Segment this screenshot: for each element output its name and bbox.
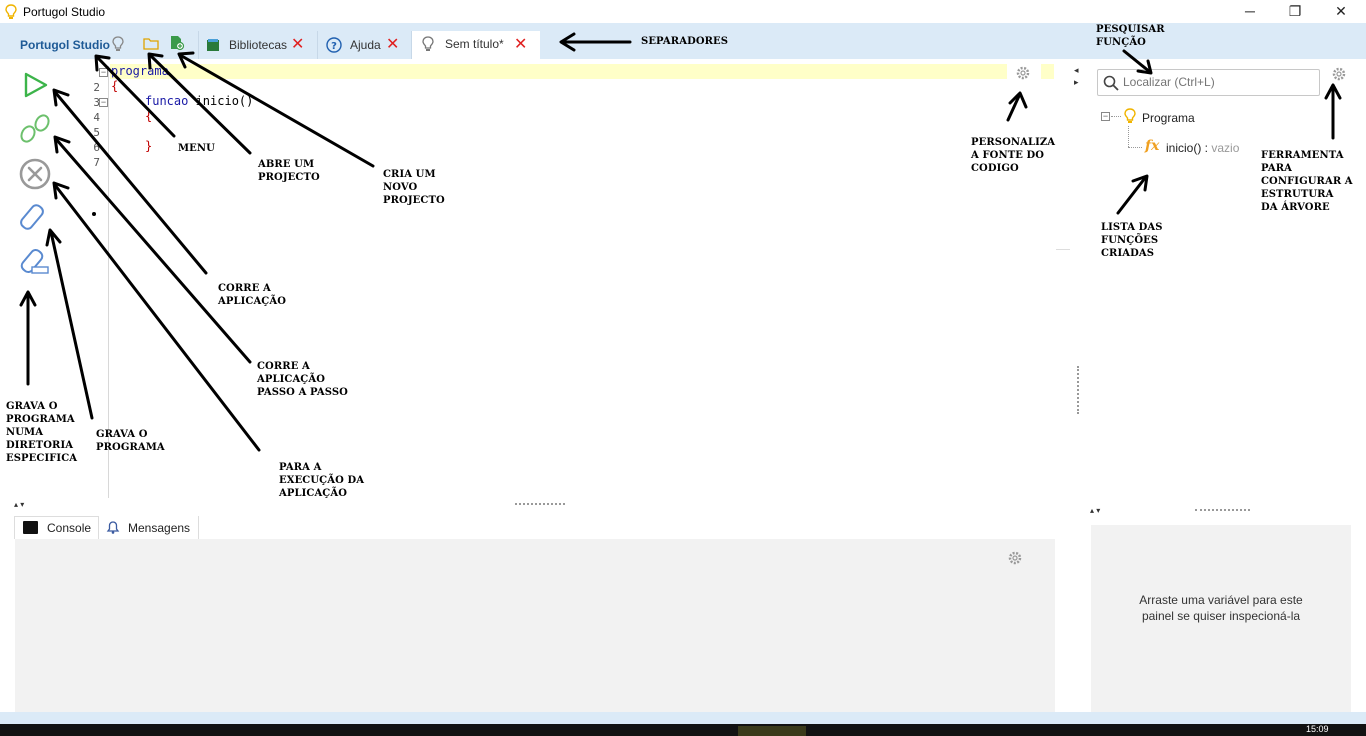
annotation-line: CRIA UM bbox=[383, 169, 436, 180]
annotation-line: DIRETORIA bbox=[6, 440, 74, 451]
annotation-line: GRAVA O bbox=[6, 401, 58, 412]
annotation-line: FUNÇÕES bbox=[1101, 235, 1159, 246]
annotation-menu: MENU bbox=[178, 143, 215, 154]
annotation-grava: GRAVA O PROGRAMA bbox=[96, 428, 165, 454]
annotation-line: PASSO A PASSO bbox=[257, 387, 348, 398]
annotation-line: PROGRAMA bbox=[96, 442, 165, 453]
annotation-line: PROJECTO bbox=[258, 172, 320, 183]
annotation-line: CONFIGURAR A bbox=[1261, 176, 1353, 187]
annotation-pesquisar: PESQUISAR FUNÇÃO bbox=[1096, 23, 1165, 49]
annotation-line: CODIGO bbox=[971, 163, 1019, 174]
annotation-line: FERRAMENTA bbox=[1261, 150, 1344, 161]
annotation-line: APLICAÇÃO bbox=[218, 296, 287, 307]
annotation-line: NUMA bbox=[6, 427, 44, 438]
annotation-line: A FONTE DO bbox=[971, 150, 1045, 161]
annotation-line: EXECUÇÃO DA bbox=[279, 475, 365, 486]
annotation-grava-dir: GRAVA O PROGRAMA NUMA DIRETORIA ESPECIFI… bbox=[6, 400, 77, 465]
annotation-separadores: SEPARADORES bbox=[641, 36, 729, 47]
annotation-line: NOVO bbox=[383, 182, 418, 193]
annotation-line: CORRE A bbox=[218, 283, 271, 294]
annotation-line: ESPECIFICA bbox=[6, 453, 78, 464]
annotation-line: APLICAÇÃO bbox=[279, 488, 348, 499]
annotation-cria: CRIA UM NOVO PROJECTO bbox=[383, 168, 445, 207]
annotation-lista: LISTA DAS FUNÇÕES CRIADAS bbox=[1101, 221, 1163, 260]
annotation-arrows bbox=[19, 32, 1342, 452]
annotation-line: DA ÁRVORE bbox=[1261, 202, 1330, 213]
annotation-corre: CORRE A APLICAÇÃO bbox=[218, 282, 286, 308]
annotation-para: PARA A EXECUÇÃO DA APLICAÇÃO bbox=[279, 461, 364, 500]
annotation-line: PROJECTO bbox=[383, 195, 445, 206]
annotation-personaliza: PERSONALIZA A FONTE DO CODIGO bbox=[971, 136, 1055, 175]
annotation-line: ABRE UM bbox=[258, 159, 315, 170]
annotation-passo: CORRE A APLICAÇÃO PASSO A PASSO bbox=[257, 360, 348, 399]
annotation-abre: ABRE UM PROJECTO bbox=[258, 158, 320, 184]
annotation-line: PARA A bbox=[279, 462, 322, 473]
annotation-line: ESTRUTURA bbox=[1261, 189, 1334, 200]
annotation-line: APLICAÇÃO bbox=[257, 374, 326, 385]
annotation-ferramenta: FERRAMENTA PARA CONFIGURAR A ESTRUTURA D… bbox=[1261, 149, 1353, 214]
annotation-line: PERSONALIZA bbox=[971, 137, 1056, 148]
annotation-line: PARA bbox=[1261, 163, 1293, 174]
annotation-line: PROGRAMA bbox=[6, 414, 75, 425]
annotation-line: GRAVA O bbox=[96, 429, 148, 440]
annotation-line: CRIADAS bbox=[1101, 248, 1155, 259]
annotation-line: LISTA DAS bbox=[1101, 222, 1163, 233]
annotation-line: PESQUISAR bbox=[1096, 24, 1165, 35]
annotation-line: FUNÇÃO bbox=[1096, 37, 1146, 48]
annotation-line: CORRE A bbox=[257, 361, 310, 372]
